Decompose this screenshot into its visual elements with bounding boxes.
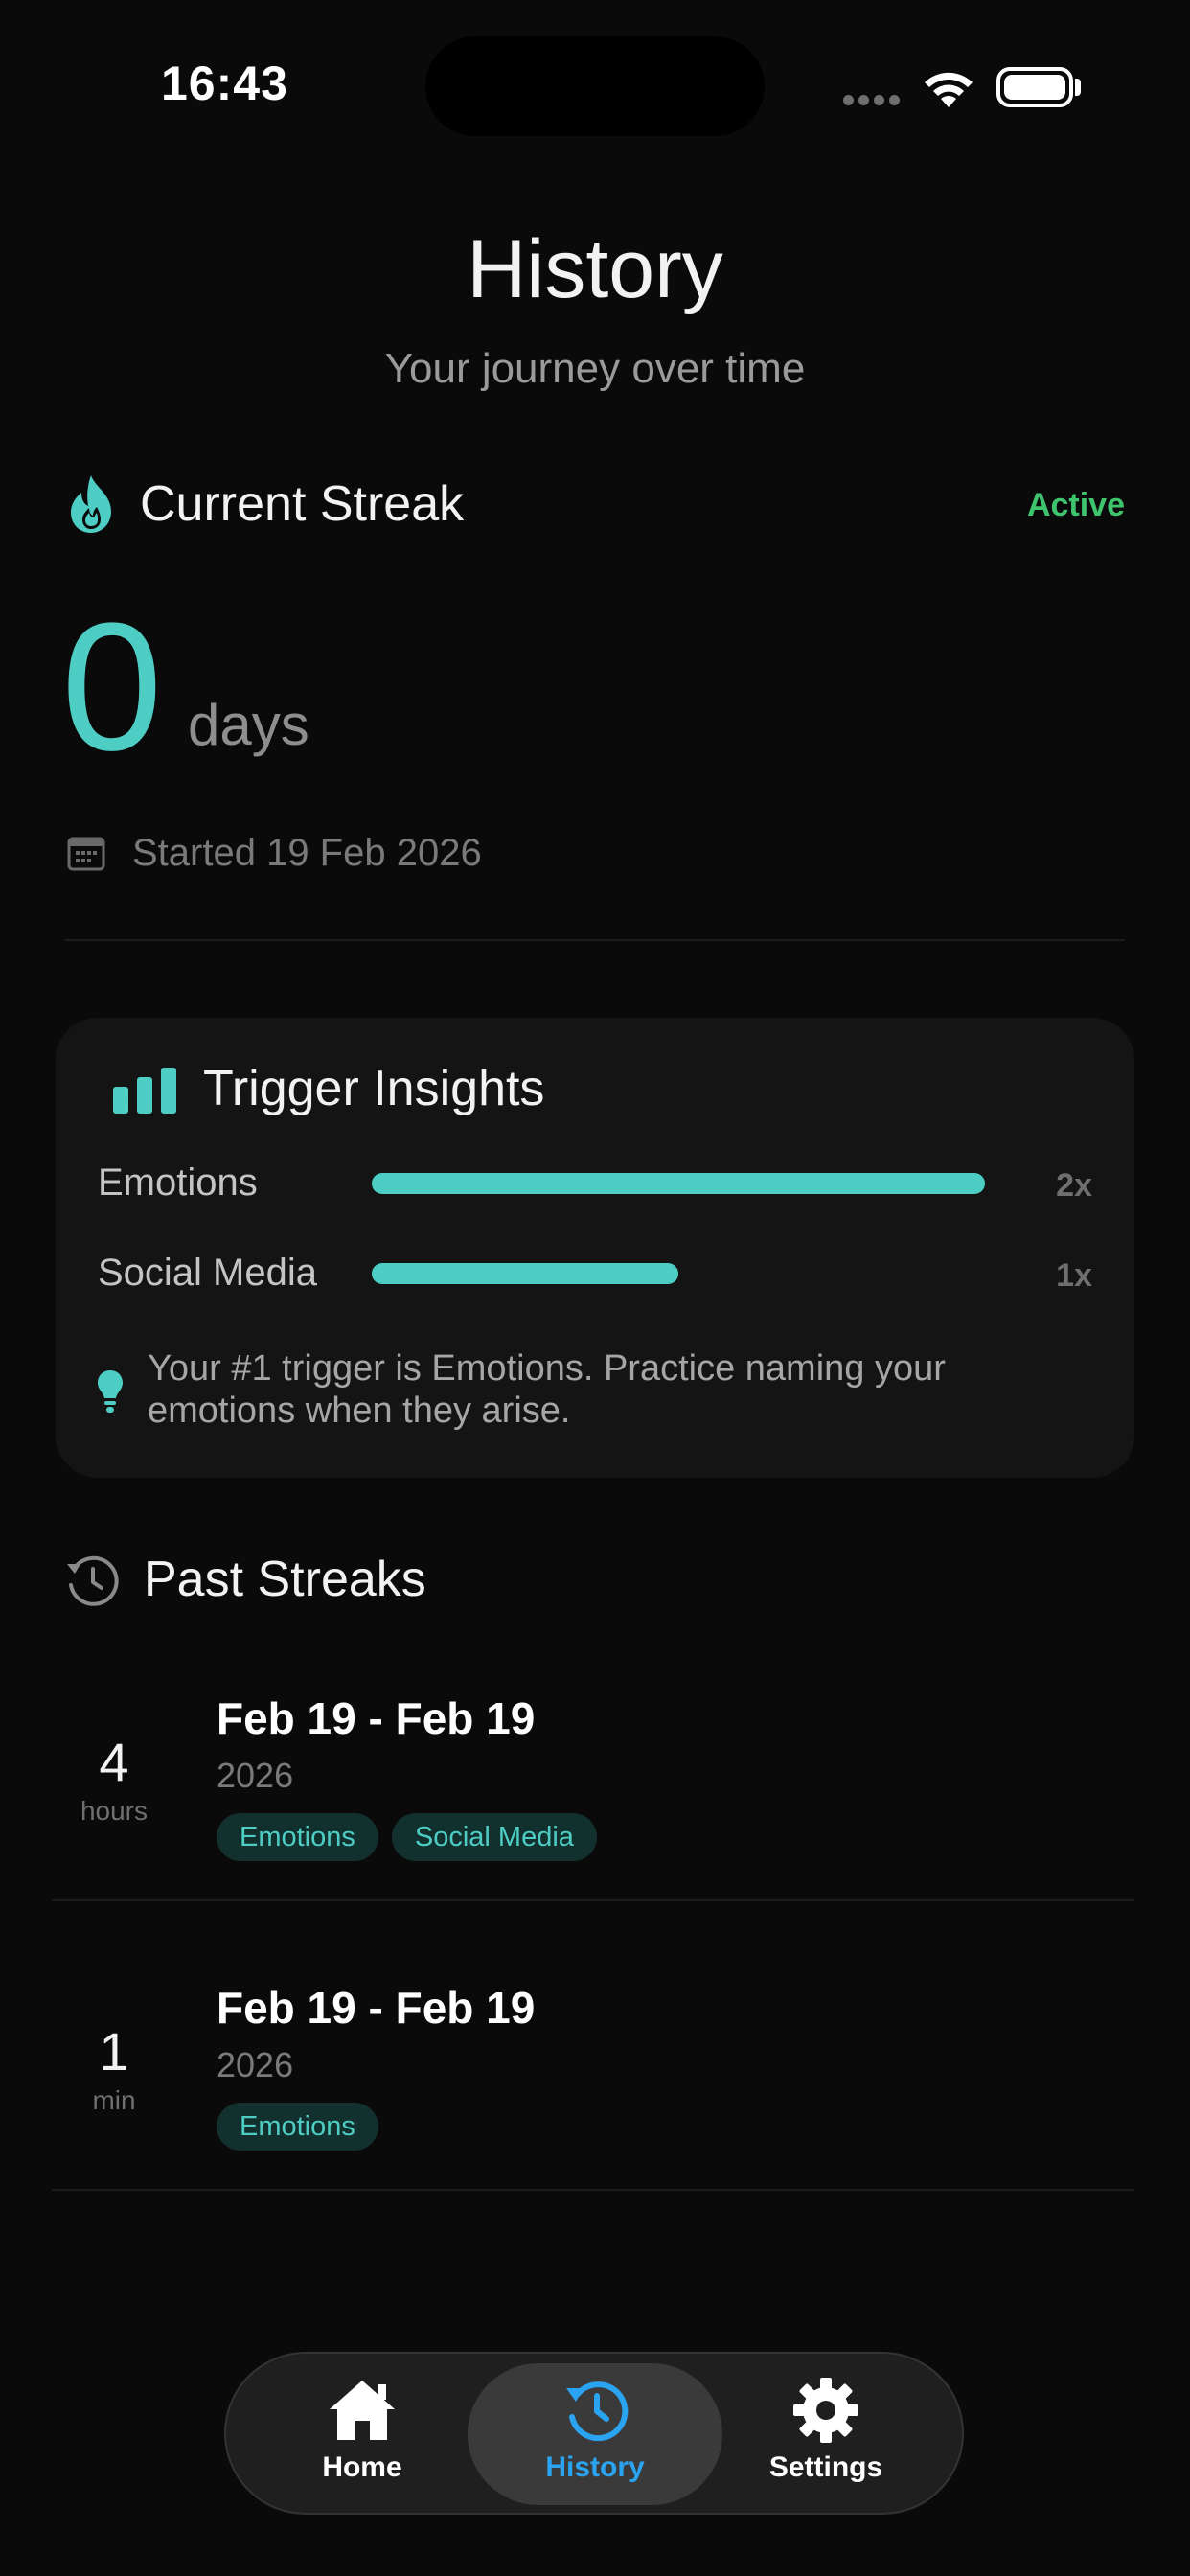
tab-home[interactable]: Home <box>266 2377 458 2484</box>
divider <box>65 939 1125 941</box>
past-streak-value: 1 <box>99 2021 129 2082</box>
history-icon <box>566 2381 629 2442</box>
past-streaks-title: Past Streaks <box>144 1552 426 1607</box>
past-streak-year: 2026 <box>217 1756 294 1795</box>
past-streak-value: 4 <box>99 1732 129 1792</box>
insight-tip: Your #1 trigger is Emotions. Practice na… <box>148 1348 946 1431</box>
trigger-tags: Emotions <box>217 2103 392 2150</box>
trigger-insights-title: Trigger Insights <box>203 1061 545 1116</box>
row-divider <box>52 2189 1134 2191</box>
status-badge: Active <box>1026 487 1125 523</box>
current-streak-title: Current Streak <box>140 476 465 532</box>
past-streak-row[interactable]: 1 min Feb 19 - Feb 19 2026 Emotions <box>52 1968 1134 2256</box>
trigger-bar <box>372 1173 985 1194</box>
home-icon <box>330 2380 395 2440</box>
trigger-tags: Emotions Social Media <box>217 1813 610 1861</box>
past-streak-row[interactable]: 4 hours Feb 19 - Feb 19 2026 Emotions Soc… <box>52 1679 1134 1966</box>
tab-settings[interactable]: Settings <box>730 2377 922 2484</box>
trigger-count: 1x <box>1056 1257 1092 1294</box>
battery-icon <box>996 67 1073 107</box>
flame-icon <box>71 475 111 533</box>
dynamic-island <box>425 36 765 136</box>
past-streak-unit: min <box>92 2085 136 2115</box>
gear-icon <box>793 2378 858 2443</box>
trigger-tag: Emotions <box>217 1813 378 1861</box>
trigger-tag: Emotions <box>217 2103 378 2150</box>
trigger-bar <box>372 1263 678 1284</box>
tab-label: Settings <box>768 2451 883 2483</box>
trigger-label: Emotions <box>98 1162 258 1204</box>
page-title: History <box>467 223 723 315</box>
bar-chart-icon <box>113 1068 176 1114</box>
past-streak-unit: hours <box>80 1796 149 1826</box>
tab-label: Home <box>322 2451 402 2483</box>
streak-count: 0 <box>61 586 163 789</box>
past-streak-year: 2026 <box>217 2045 294 2084</box>
cellular-signal-icon <box>843 93 904 110</box>
row-divider <box>52 1899 1134 1901</box>
trigger-label: Social Media <box>98 1252 318 1294</box>
streak-unit: days <box>188 693 309 757</box>
history-icon <box>67 1555 119 1606</box>
trigger-count: 2x <box>1056 1167 1092 1204</box>
tab-label: History <box>545 2451 645 2483</box>
tab-history[interactable]: History <box>499 2377 691 2484</box>
trigger-tag: Social Media <box>391 1813 597 1861</box>
streak-start-date: Started 19 Feb 2026 <box>132 832 482 874</box>
trigger-bar-track <box>372 1173 985 1194</box>
calendar-icon <box>67 837 105 871</box>
status-time: 16:43 <box>161 57 288 110</box>
wifi-icon <box>925 72 973 107</box>
trigger-bar-track <box>372 1263 985 1284</box>
battery-tip <box>1075 79 1081 96</box>
page-subtitle: Your journey over time <box>384 345 806 392</box>
past-streak-dates: Feb 19 - Feb 19 <box>217 1983 536 2033</box>
lightbulb-icon <box>98 1370 123 1413</box>
past-streak-dates: Feb 19 - Feb 19 <box>217 1693 536 1743</box>
